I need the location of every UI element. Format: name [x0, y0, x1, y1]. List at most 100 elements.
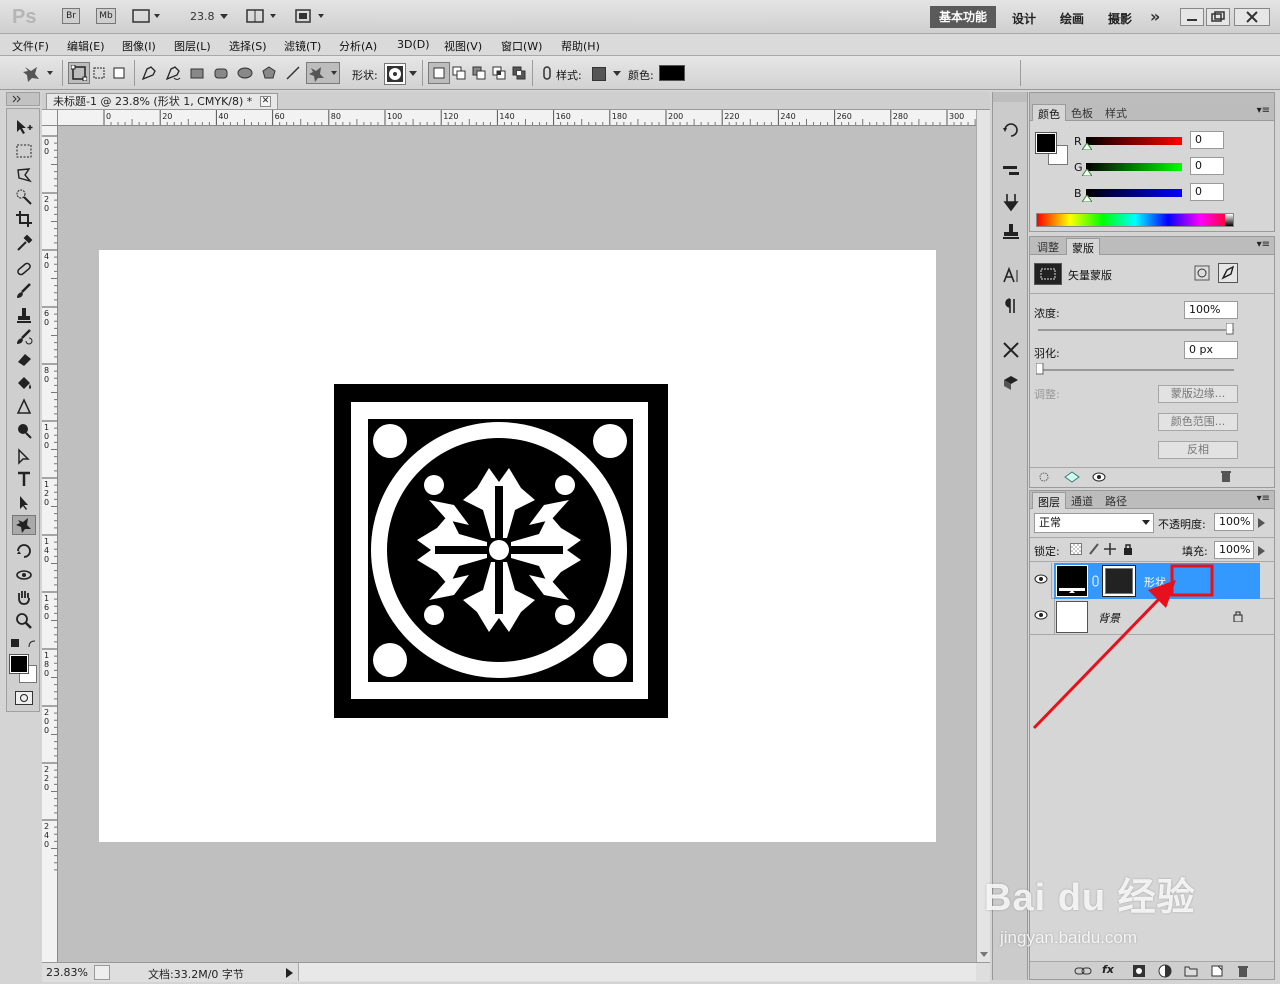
chevron-down-icon[interactable]	[613, 71, 621, 77]
red-slider[interactable]	[1086, 137, 1182, 145]
invert-button[interactable]: 反相	[1158, 441, 1238, 459]
type-tool-icon[interactable]	[12, 469, 36, 489]
workspace-photography[interactable]: 摄影	[1108, 10, 1132, 27]
opacity-arrow-icon[interactable]	[1258, 518, 1266, 528]
menu-edit[interactable]: 编辑(E)	[67, 38, 105, 54]
minimize-button[interactable]	[1180, 8, 1204, 26]
horizontal-ruler[interactable]: 0 20 40 60 80 100 120 140 160 180 200 220 240 260 280 3…	[58, 110, 976, 126]
path-selection-tool-icon[interactable]	[12, 447, 36, 467]
green-slider[interactable]	[1086, 163, 1182, 171]
tab-paths[interactable]: 路径	[1100, 492, 1132, 509]
menu-analysis[interactable]: 分析(A)	[339, 38, 377, 54]
panel-menu-icon[interactable]: ▾≡	[1257, 239, 1270, 250]
add-area-icon[interactable]	[448, 62, 470, 84]
freeform-pen-icon[interactable]	[162, 62, 184, 84]
menu-3d[interactable]: 3D(D)	[397, 38, 430, 51]
foreground-color-swatch[interactable]	[9, 654, 29, 674]
custom-shape-tool-icon[interactable]	[12, 515, 36, 535]
foreground-color-swatch[interactable]	[1035, 132, 1057, 154]
apply-mask-icon[interactable]	[1064, 471, 1080, 483]
panel-menu-icon[interactable]: ▾≡	[1257, 105, 1270, 116]
panel-menu-icon[interactable]: ▾≡	[1257, 493, 1270, 504]
green-value-field[interactable]: 0	[1190, 157, 1224, 175]
color-swatch[interactable]	[659, 65, 685, 81]
chevron-down-icon[interactable]	[409, 71, 417, 77]
new-layer-mode-icon[interactable]	[428, 62, 450, 84]
lasso-tool-icon[interactable]	[12, 165, 36, 185]
menu-image[interactable]: 图像(I)	[122, 38, 156, 54]
default-colors-icon[interactable]	[11, 639, 19, 647]
document-tab[interactable]: 未标题-1 @ 23.8% (形状 1, CMYK/8) * ✕	[46, 93, 278, 109]
history-panel-icon[interactable]	[1001, 120, 1021, 140]
blue-value-field[interactable]: 0	[1190, 183, 1224, 201]
link-style-icon[interactable]	[536, 62, 558, 84]
bridge-button[interactable]: Br	[62, 8, 80, 24]
delete-layer-icon[interactable]	[1236, 964, 1250, 978]
paint-bucket-tool-icon[interactable]	[12, 373, 36, 393]
more-workspaces-icon[interactable]: »	[1150, 7, 1160, 26]
tool-preset-picker[interactable]	[20, 62, 56, 84]
color-range-button[interactable]: 颜色范围...	[1158, 413, 1238, 431]
tool-presets-icon[interactable]	[1001, 192, 1021, 212]
paragraph-panel-icon[interactable]	[1001, 296, 1021, 316]
zoom-tool-icon[interactable]	[12, 611, 36, 631]
density-slider[interactable]	[1038, 329, 1234, 331]
slider-thumb-icon[interactable]	[1226, 323, 1234, 335]
slider-thumb-icon[interactable]	[1082, 143, 1092, 150]
arrange-documents-button[interactable]	[246, 8, 280, 24]
3d-orbit-tool-icon[interactable]	[12, 565, 36, 585]
ruler-origin[interactable]	[42, 110, 58, 126]
canvas-document[interactable]	[99, 250, 936, 842]
workspace-design[interactable]: 设计	[1012, 10, 1036, 27]
vertical-ruler[interactable]: 0020406080100120140160180200220240	[42, 126, 58, 962]
lock-all-icon[interactable]	[1122, 543, 1134, 555]
feather-slider[interactable]	[1038, 369, 1234, 371]
workspace-painting[interactable]: 绘画	[1060, 10, 1084, 27]
zoom-level[interactable]: 23.8	[190, 10, 215, 23]
intersect-area-icon[interactable]	[488, 62, 510, 84]
close-tab-icon[interactable]: ✕	[260, 96, 271, 107]
quick-mask-icon[interactable]	[15, 691, 33, 705]
close-button[interactable]	[1234, 8, 1270, 26]
status-arrow-icon[interactable]	[286, 968, 294, 978]
blend-mode-select[interactable]: 正常	[1034, 513, 1154, 533]
delete-mask-icon[interactable]	[1220, 470, 1232, 483]
rounded-rectangle-icon[interactable]	[210, 62, 232, 84]
lock-transparency-icon[interactable]	[1070, 543, 1082, 555]
pixel-mask-icon[interactable]	[1194, 265, 1210, 281]
shape-layers-icon[interactable]	[68, 62, 90, 84]
fill-field[interactable]: 100%	[1214, 541, 1254, 559]
opacity-field[interactable]: 100%	[1214, 513, 1254, 531]
toolbar-header[interactable]	[6, 92, 40, 106]
horizontal-scrollbar[interactable]	[298, 963, 976, 981]
hand-tool-icon[interactable]	[12, 587, 36, 607]
rectangle-icon[interactable]	[186, 62, 208, 84]
menu-select[interactable]: 选择(S)	[229, 38, 267, 54]
menu-view[interactable]: 视图(V)	[444, 38, 482, 54]
slider-thumb-icon[interactable]	[1082, 195, 1092, 202]
vertical-scrollbar[interactable]	[976, 110, 990, 962]
eraser-tool-icon[interactable]	[12, 349, 36, 369]
brush-tool-icon[interactable]	[12, 281, 36, 301]
menu-filter[interactable]: 滤镜(T)	[284, 38, 321, 54]
dodge-tool-icon[interactable]	[12, 397, 36, 417]
marquee-tool-icon[interactable]	[12, 141, 36, 161]
blue-slider[interactable]	[1086, 189, 1182, 197]
pen-tool-icon[interactable]	[138, 62, 160, 84]
menu-file[interactable]: 文件(F)	[12, 38, 49, 54]
lock-pixels-icon[interactable]	[1088, 543, 1100, 555]
menu-help[interactable]: 帮助(H)	[561, 38, 600, 54]
status-menu-icon[interactable]	[94, 965, 110, 980]
adjustment-layer-icon[interactable]	[1158, 964, 1172, 978]
tab-adjustments[interactable]: 调整	[1032, 238, 1064, 255]
exclude-area-icon[interactable]	[508, 62, 530, 84]
healing-brush-tool-icon[interactable]	[12, 259, 36, 279]
chevron-down-icon[interactable]	[220, 14, 228, 20]
chevron-down-icon[interactable]	[1142, 520, 1150, 526]
tab-layers[interactable]: 图层	[1032, 492, 1066, 509]
paths-icon[interactable]	[88, 62, 110, 84]
crop-tool-icon[interactable]	[12, 209, 36, 229]
color-spectrum-bar[interactable]	[1036, 213, 1234, 227]
workspace-essentials[interactable]: 基本功能	[930, 6, 996, 28]
view-extras-button[interactable]	[132, 8, 164, 24]
